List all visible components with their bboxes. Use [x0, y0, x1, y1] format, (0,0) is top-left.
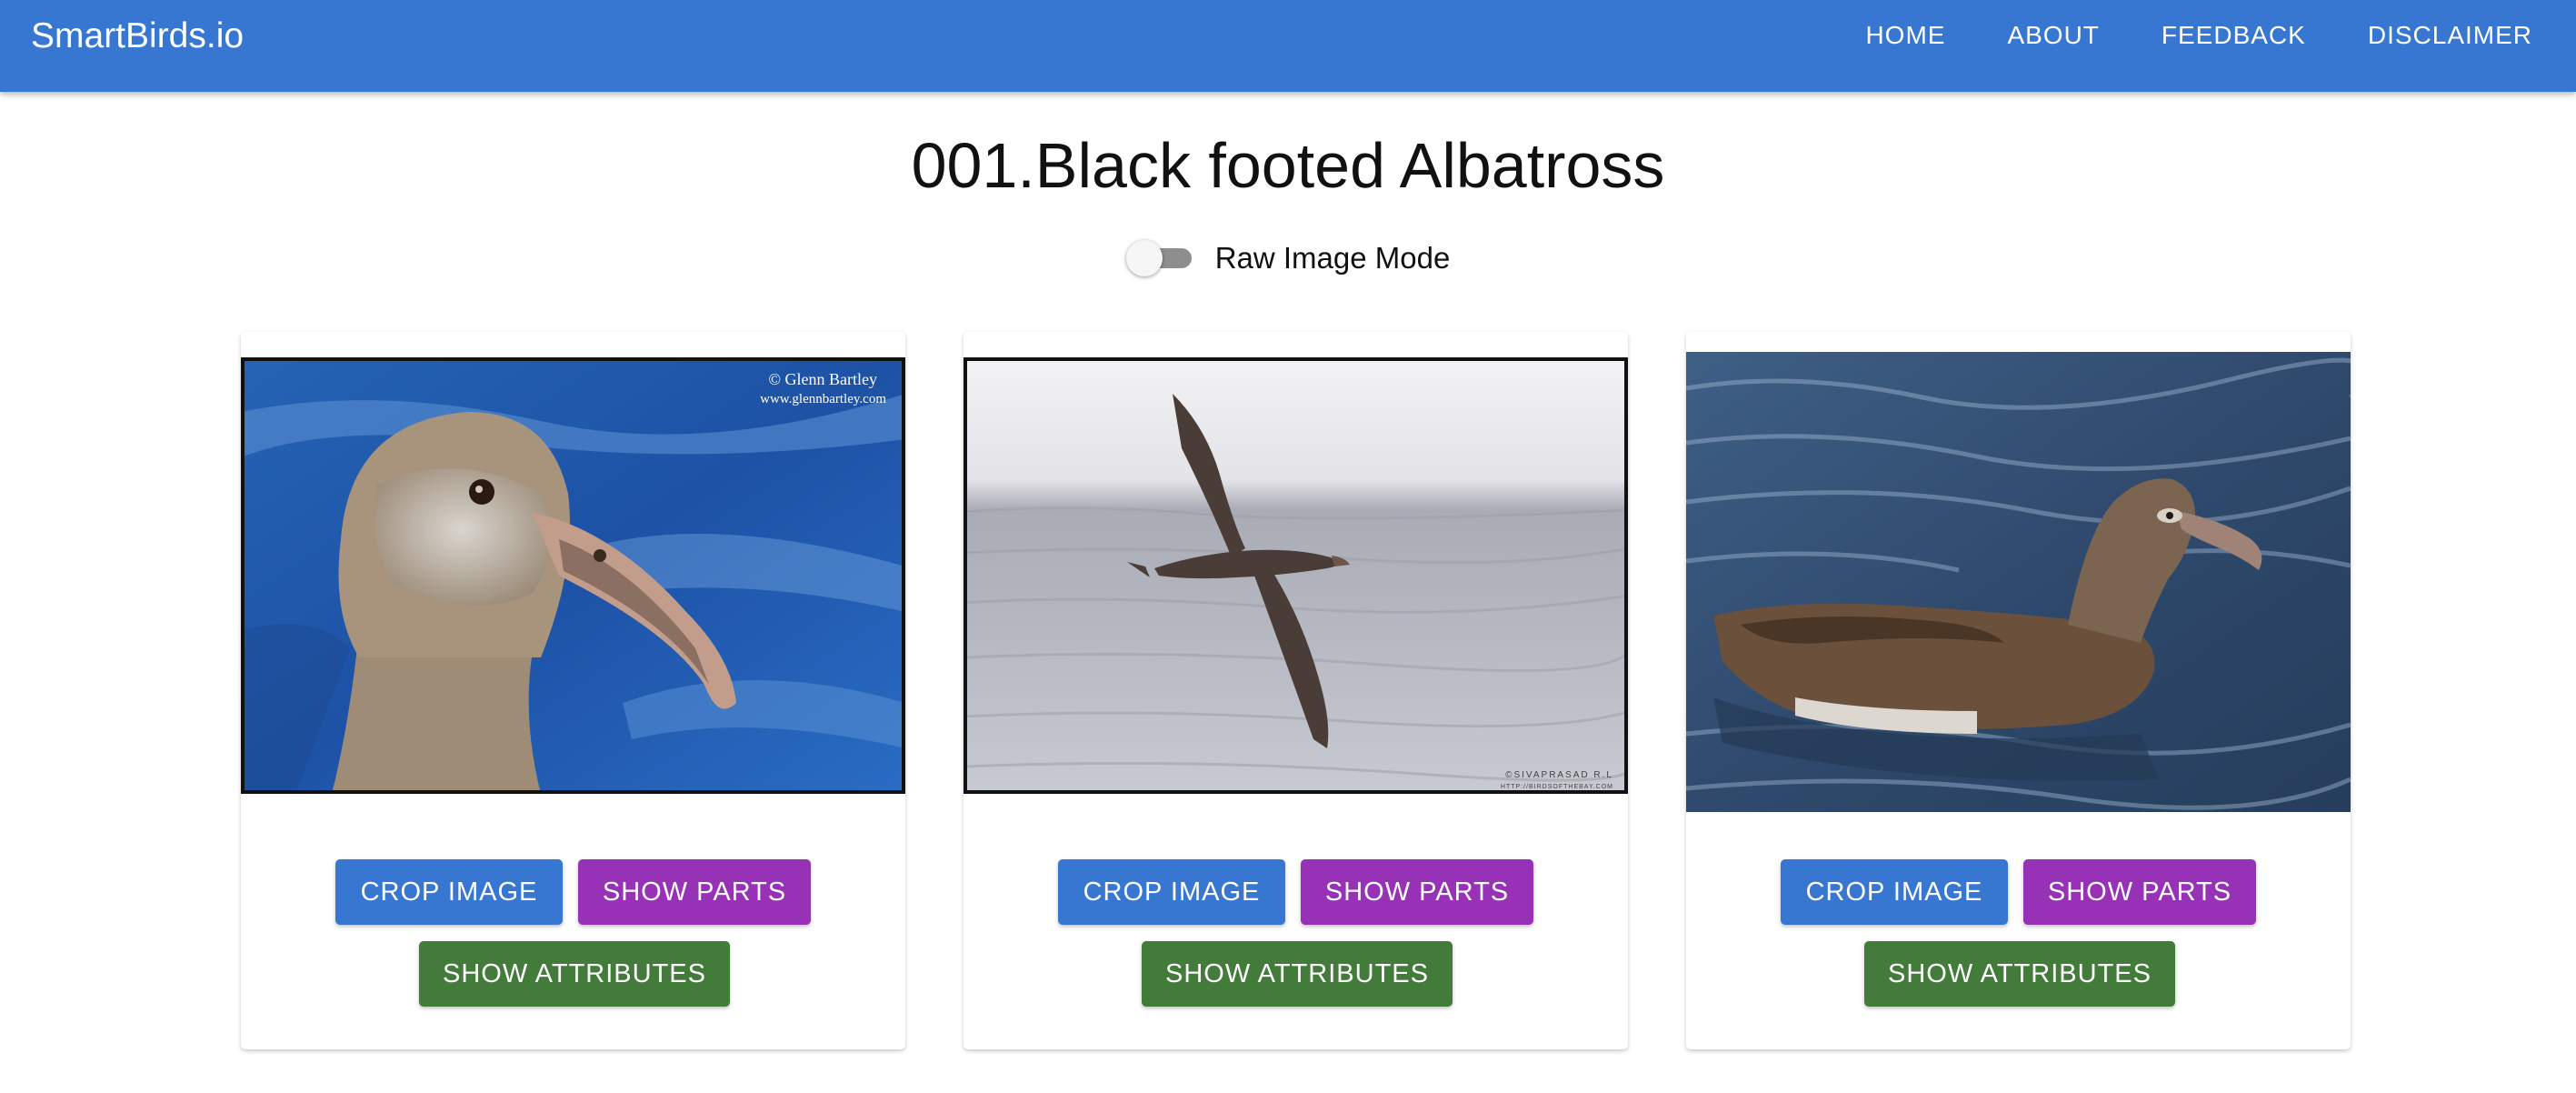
show-attributes-button[interactable]: SHOW ATTRIBUTES: [419, 941, 730, 1007]
bird-image-card-2: ©SIVAPRASAD R.L HTTP://BIRDSOFTHEBAY.COM…: [964, 332, 1628, 1049]
crop-image-button[interactable]: CROP IMAGE: [335, 859, 563, 925]
watermark-line-1: ©SIVAPRASAD R.L: [1505, 770, 1613, 780]
raw-image-mode-switch[interactable]: [1125, 240, 1195, 276]
top-navbar: SmartBirds.io HOME ABOUT FEEDBACK DISCLA…: [0, 0, 2576, 92]
show-parts-button[interactable]: SHOW PARTS: [2023, 859, 2256, 925]
crop-image-button[interactable]: CROP IMAGE: [1058, 859, 1285, 925]
show-parts-button[interactable]: SHOW PARTS: [1301, 859, 1533, 925]
raw-image-mode-toggle-row: Raw Image Mode: [0, 240, 2576, 276]
bird-image-card-1: © Glenn Bartley www.glennbartley.com CRO…: [241, 332, 905, 1049]
show-attributes-button[interactable]: SHOW ATTRIBUTES: [1864, 941, 2175, 1007]
page-title: 001.Black footed Albatross: [911, 130, 1665, 201]
switch-thumb[interactable]: [1125, 240, 1163, 276]
nav-link-about[interactable]: ABOUT: [2007, 20, 2099, 51]
nav-link-disclaimer[interactable]: DISCLAIMER: [2368, 20, 2532, 51]
nav-link-feedback[interactable]: FEEDBACK: [2162, 20, 2306, 51]
watermark-line-2: www.glennbartley.com: [760, 392, 886, 406]
show-parts-button[interactable]: SHOW PARTS: [578, 859, 811, 925]
bird-image-1: © Glenn Bartley www.glennbartley.com: [241, 357, 905, 794]
nav-links: HOME ABOUT FEEDBACK DISCLAIMER: [1865, 20, 2532, 51]
watermark-line-1: © Glenn Bartley: [768, 370, 877, 388]
bird-image-2: ©SIVAPRASAD R.L HTTP://BIRDSOFTHEBAY.COM: [964, 357, 1628, 794]
bird-image-card-3: CROP IMAGE SHOW PARTS SHOW ATTRIBUTES: [1686, 332, 2351, 1049]
brand-logo-text[interactable]: SmartBirds.io: [31, 15, 244, 58]
crop-image-button[interactable]: CROP IMAGE: [1781, 859, 2008, 925]
bird-image-3: [1686, 352, 2351, 812]
show-attributes-button[interactable]: SHOW ATTRIBUTES: [1142, 941, 1453, 1007]
nav-link-home[interactable]: HOME: [1865, 20, 1945, 51]
watermark-line-2: HTTP://BIRDSOFTHEBAY.COM: [1501, 784, 1613, 790]
raw-image-mode-label: Raw Image Mode: [1214, 241, 1451, 275]
